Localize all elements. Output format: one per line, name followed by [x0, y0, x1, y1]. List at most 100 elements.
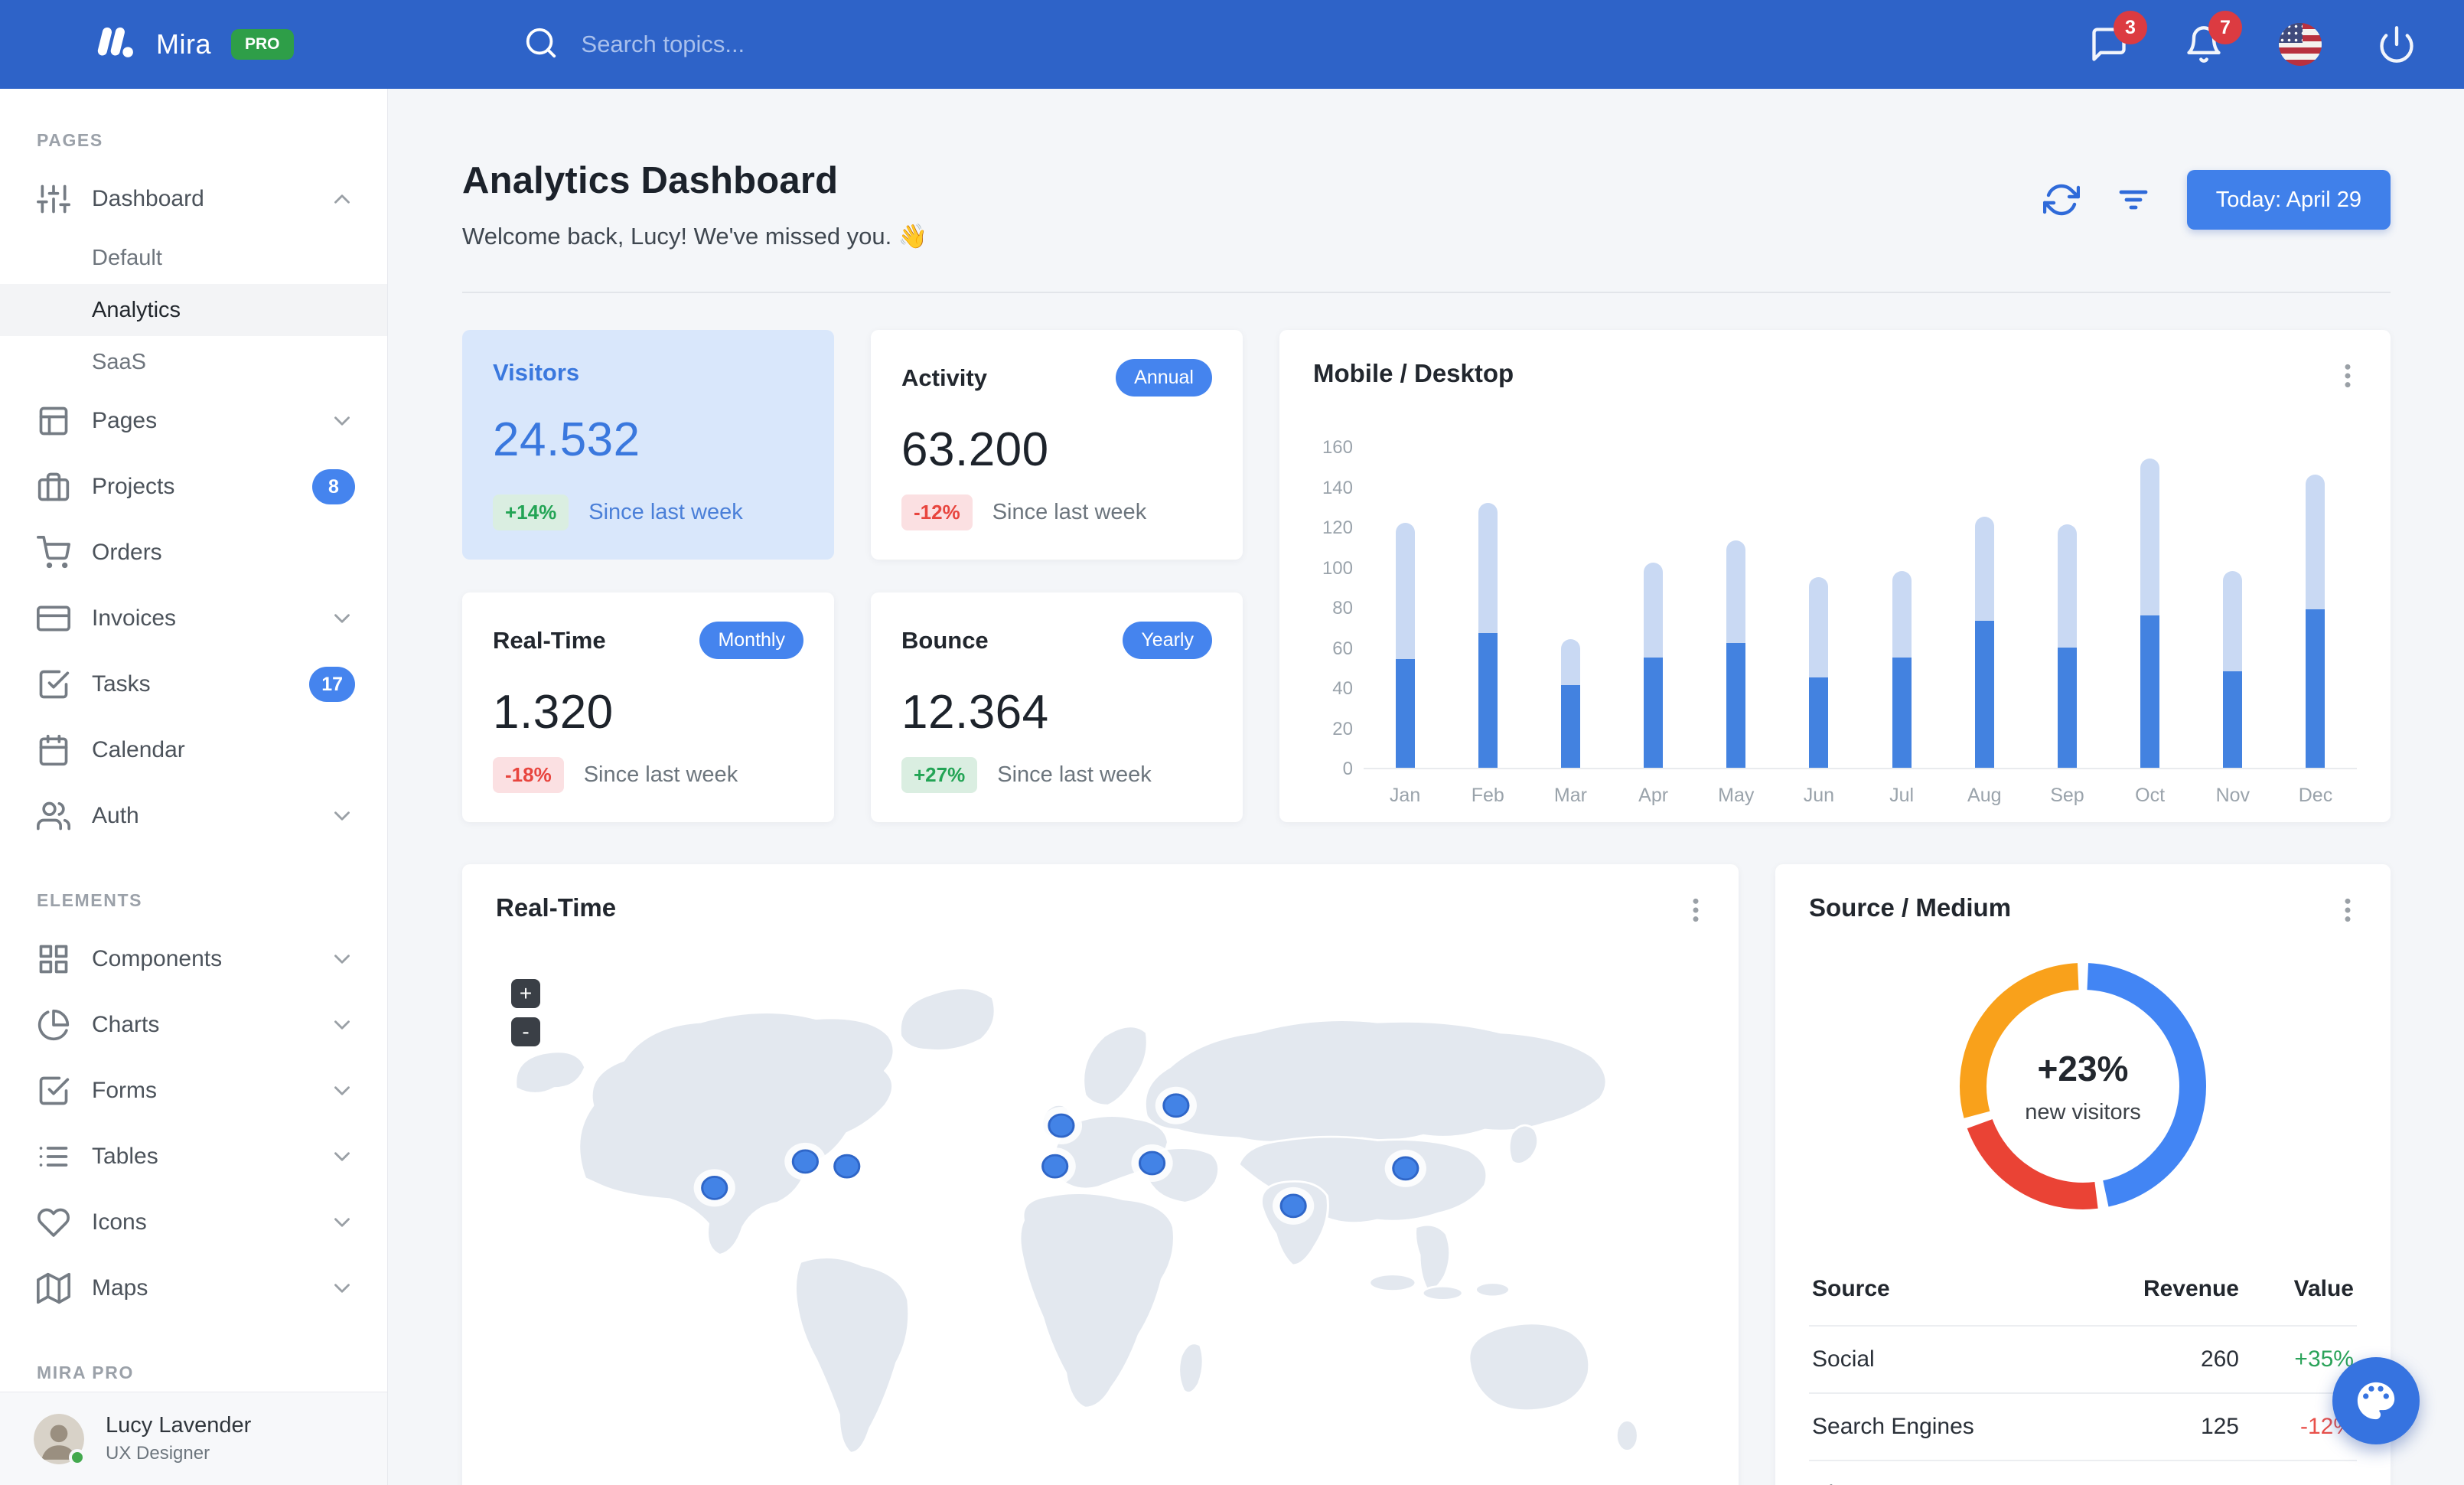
sidebar-item-components[interactable]: Components [0, 926, 387, 992]
source-medium-title: Source / Medium [1809, 893, 2012, 922]
date-range-button[interactable]: Today: April 29 [2186, 170, 2391, 230]
source-menu-kebab-icon[interactable] [2332, 895, 2363, 925]
sidebar-item-dashboard[interactable]: Dashboard [0, 166, 387, 232]
bar-segment-mobile [1478, 633, 1498, 768]
map-marker-8[interactable] [1273, 1186, 1315, 1225]
sidebar-item-charts[interactable]: Charts [0, 992, 387, 1058]
map-marker-3[interactable] [826, 1147, 868, 1186]
bar-aug[interactable] [1943, 448, 2026, 768]
bar-apr[interactable] [1612, 448, 1695, 768]
messages-button[interactable]: 3 [2089, 11, 2147, 64]
map-title: Real-Time [496, 893, 617, 922]
welcome-message: Welcome back, Lucy! We've missed you. 👋 [462, 223, 928, 250]
map-icon [37, 1271, 70, 1305]
sidebar-item-auth[interactable]: Auth [0, 783, 387, 849]
source-table-row-social: Social 260 +35% [1809, 1325, 2357, 1392]
period-badge[interactable]: Yearly [1123, 622, 1212, 659]
bar-chart-x-axis: Jan Feb Mar Apr May Jun Jul Aug Sep Oct Nov Dec [1364, 785, 2357, 807]
navbar-search [523, 25, 2089, 64]
chevron-up-icon [329, 186, 355, 212]
bar-segment-desktop [1395, 522, 1415, 660]
sign-out-button[interactable] [2377, 24, 2417, 64]
x-tick-label: Sep [2050, 785, 2084, 806]
x-tick-label: Mar [1553, 785, 1587, 806]
sidebar-item-icons[interactable]: Icons [0, 1190, 387, 1255]
user-name: Lucy Lavender [106, 1413, 252, 1438]
bar-may[interactable] [1695, 448, 1778, 768]
sidebar-item-calendar[interactable]: Calendar [0, 717, 387, 783]
pie-chart-icon [37, 1008, 70, 1042]
sidebar-item-pages[interactable]: Pages [0, 388, 387, 454]
sidebar-item-maps[interactable]: Maps [0, 1255, 387, 1321]
map-marker-2[interactable] [784, 1142, 826, 1180]
bar-segment-mobile [1809, 677, 1829, 768]
chevron-down-icon [329, 1144, 355, 1170]
world-map[interactable] [470, 956, 1731, 1484]
map-zoom-in-button[interactable]: + [511, 979, 540, 1008]
notifications-button[interactable]: 7 [2184, 11, 2242, 64]
brand-name: Mira [156, 28, 211, 60]
map-marker-7[interactable] [1131, 1144, 1173, 1182]
x-tick-label: Feb [1471, 785, 1504, 806]
change-chip: +14% [493, 494, 569, 530]
bar-oct[interactable] [2109, 448, 2192, 768]
chart-menu-kebab-icon[interactable] [2332, 361, 2363, 391]
y-tick-label: 60 [1332, 638, 1353, 659]
y-tick-label: 20 [1332, 718, 1353, 739]
stat-card-real-time: Real-Time Monthly 1.320 -18% Since last week [462, 592, 834, 822]
map-zoom-out-button[interactable]: - [511, 1017, 540, 1046]
shopping-cart-icon [37, 536, 70, 570]
stat-card-activity: Activity Annual 63.200 -12% Since last week [871, 330, 1243, 560]
period-badge[interactable]: Annual [1116, 359, 1212, 397]
period-badge[interactable]: Monthly [699, 622, 803, 659]
bar-sep[interactable] [2026, 448, 2108, 768]
sidebar: PAGES Dashboard Default Analytics SaaS Pages P… [0, 89, 388, 1485]
map-menu-kebab-icon[interactable] [1680, 895, 1711, 925]
theme-settings-fab[interactable] [2332, 1357, 2420, 1444]
chevron-down-icon [329, 1012, 355, 1038]
map-marker-4[interactable] [1040, 1106, 1083, 1145]
donut-center-label: new visitors [2025, 1099, 2141, 1124]
map-marker-6[interactable] [1155, 1086, 1198, 1124]
x-tick-label: Jul [1889, 785, 1915, 806]
sidebar-item-invoices[interactable]: Invoices [0, 586, 387, 651]
map-marker-5[interactable] [1034, 1147, 1076, 1186]
bar-jun[interactable] [1778, 448, 1860, 768]
chevron-down-icon [329, 946, 355, 972]
sidebar-subitem-default[interactable]: Default [0, 232, 387, 284]
bar-segment-mobile [2140, 615, 2160, 768]
x-tick-label: Dec [2298, 785, 2333, 806]
source-table-header: Source Revenue Value [1812, 1276, 2354, 1301]
bar-segment-mobile [1974, 621, 1994, 768]
chevron-down-icon [329, 408, 355, 434]
online-status-dot [69, 1448, 86, 1466]
sidebar-user-footer[interactable]: Lucy Lavender UX Designer [0, 1392, 387, 1485]
refresh-icon[interactable] [2042, 181, 2080, 218]
bar-jul[interactable] [1860, 448, 1943, 768]
map-marker-9[interactable] [1384, 1149, 1426, 1187]
bar-nov[interactable] [2192, 448, 2274, 768]
language-flag-us[interactable] [2279, 23, 2322, 66]
sidebar-item-projects[interactable]: Projects 8 [0, 454, 387, 520]
filter-icon[interactable] [2115, 181, 2152, 218]
bar-segment-desktop [1809, 576, 1829, 677]
search-input[interactable] [581, 31, 1117, 58]
sidebar-subitem-saas[interactable]: SaaS [0, 336, 387, 388]
sidebar-item-tasks[interactable]: Tasks 17 [0, 651, 387, 717]
bar-segment-mobile [2306, 609, 2325, 768]
sidebar-item-tables[interactable]: Tables [0, 1124, 387, 1190]
bar-mar[interactable] [1529, 448, 1612, 768]
bar-jan[interactable] [1364, 448, 1446, 768]
calendar-icon [37, 733, 70, 767]
bar-dec[interactable] [2274, 448, 2357, 768]
source-table-row-search-engines: Search Engines 125 -12% [1809, 1392, 2357, 1460]
sidebar-subitem-analytics[interactable]: Analytics [0, 284, 387, 336]
chevron-down-icon [329, 803, 355, 829]
heart-icon [37, 1206, 70, 1239]
map-marker-1[interactable] [693, 1169, 735, 1207]
sidebar-item-orders[interactable]: Orders [0, 520, 387, 586]
brand[interactable]: Mira PRO [92, 21, 294, 69]
sidebar-item-forms[interactable]: Forms [0, 1058, 387, 1124]
bar-segment-mobile [2057, 647, 2077, 768]
bar-feb[interactable] [1446, 448, 1529, 768]
